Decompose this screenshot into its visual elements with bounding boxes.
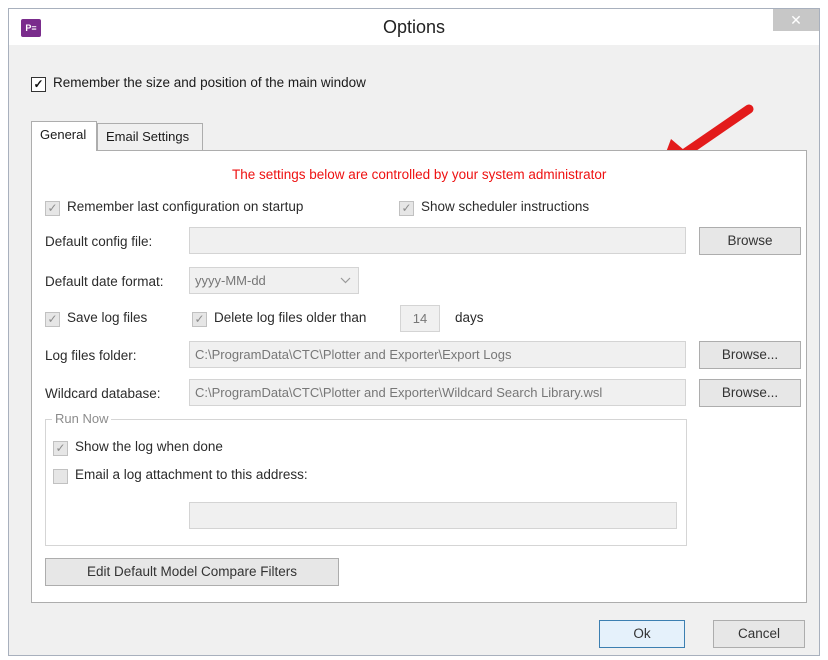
- wildcard-db-browse-button[interactable]: Browse...: [699, 379, 801, 407]
- cancel-button[interactable]: Cancel: [713, 620, 805, 648]
- remember-last-config-label: Remember last configuration on startup: [67, 199, 304, 214]
- show-log-label: Show the log when done: [75, 439, 223, 454]
- date-format-label: Default date format:: [45, 274, 164, 289]
- show-scheduler-label: Show scheduler instructions: [421, 199, 590, 214]
- log-folder-browse-button[interactable]: Browse...: [699, 341, 801, 369]
- default-config-browse-button[interactable]: Browse: [699, 227, 801, 255]
- default-config-field[interactable]: [189, 227, 686, 254]
- title-bar: P≡ Options ✕: [9, 9, 819, 45]
- delete-logs-days-unit: days: [455, 310, 484, 325]
- tab-general[interactable]: General: [31, 121, 97, 151]
- email-log-checkbox[interactable]: [53, 469, 68, 484]
- email-address-field[interactable]: [189, 502, 677, 529]
- email-log-label: Email a log attachment to this address:: [75, 467, 308, 482]
- chevron-down-icon: [340, 277, 351, 284]
- date-format-select[interactable]: yyyy-MM-dd: [189, 267, 359, 294]
- window-title: Options: [382, 17, 446, 37]
- remember-window-checkbox[interactable]: ✓: [31, 77, 46, 92]
- general-tab-panel: The settings below are controlled by you…: [31, 150, 807, 603]
- wildcard-db-label: Wildcard database:: [45, 386, 161, 401]
- edit-compare-filters-button[interactable]: Edit Default Model Compare Filters: [45, 558, 339, 586]
- delete-logs-checkbox[interactable]: ✓: [192, 312, 207, 327]
- save-logs-checkbox[interactable]: ✓: [45, 312, 60, 327]
- wildcard-db-field[interactable]: C:\ProgramData\CTC\Plotter and Exporter\…: [189, 379, 686, 406]
- save-logs-label: Save log files: [67, 310, 148, 325]
- log-folder-label: Log files folder:: [45, 348, 137, 363]
- delete-logs-days-field[interactable]: 14: [400, 305, 440, 332]
- default-config-label: Default config file:: [45, 234, 153, 249]
- remember-window-label: Remember the size and position of the ma…: [53, 75, 366, 90]
- ok-button[interactable]: Ok: [599, 620, 685, 648]
- date-format-value: yyyy-MM-dd: [195, 273, 266, 288]
- options-dialog: P≡ Options ✕ ✓ Remember the size and pos…: [8, 8, 820, 656]
- show-scheduler-checkbox[interactable]: ✓: [399, 201, 414, 216]
- log-folder-field[interactable]: C:\ProgramData\CTC\Plotter and Exporter\…: [189, 341, 686, 368]
- run-now-title: Run Now: [52, 411, 112, 426]
- tab-email-settings[interactable]: Email Settings: [97, 123, 203, 151]
- remember-last-config-checkbox[interactable]: ✓: [45, 201, 60, 216]
- show-log-checkbox[interactable]: ✓: [53, 441, 68, 456]
- delete-logs-label: Delete log files older than: [214, 310, 367, 325]
- admin-notice: The settings below are controlled by you…: [232, 167, 607, 182]
- close-button[interactable]: ✕: [773, 9, 819, 31]
- run-now-group: Run Now ✓ Show the log when done Email a…: [45, 411, 687, 546]
